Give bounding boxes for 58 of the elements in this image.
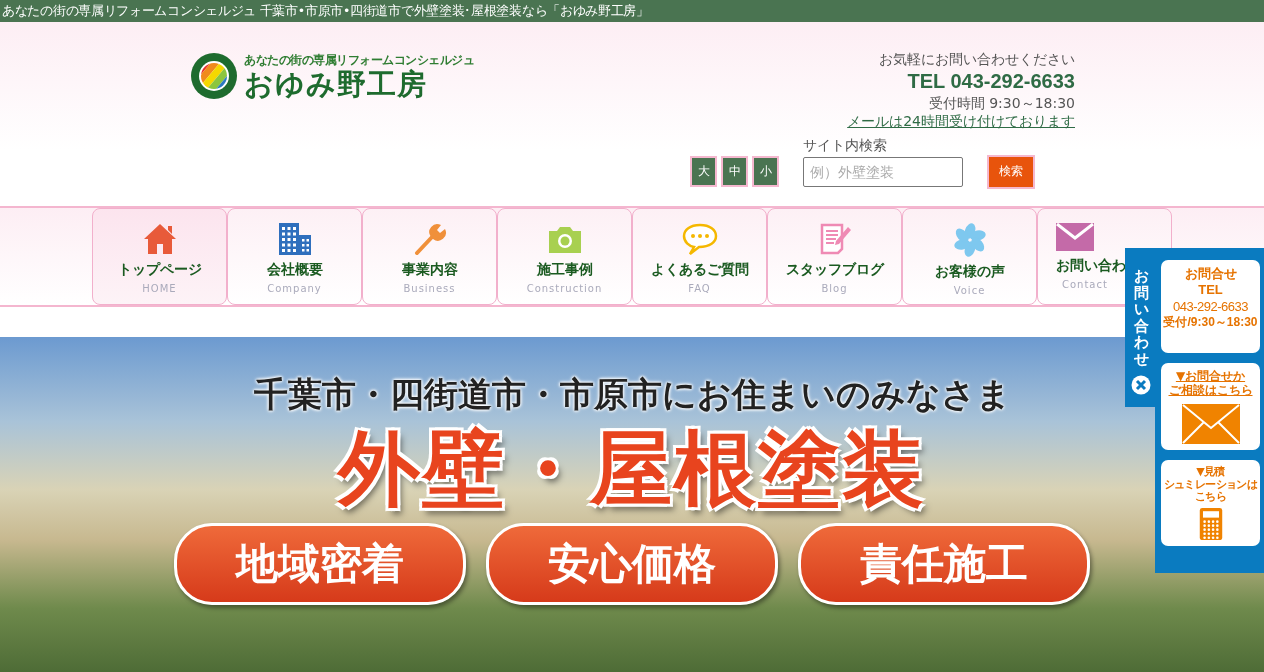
nav-label: お客様の声 [934, 263, 1005, 281]
flower-icon [952, 223, 987, 257]
font-size-button[interactable]: 小 [752, 155, 779, 187]
card-text: TEL [1198, 282, 1223, 299]
nav-label: トップページ [117, 261, 202, 279]
nav-item[interactable]: スタッフブログ Blog [767, 208, 902, 305]
envelope-icon [1181, 403, 1240, 444]
nav-item[interactable]: お客様の声 Voice [902, 208, 1037, 305]
nav-sublabel: HOME [142, 283, 177, 294]
card-text: ▼見積 [1196, 466, 1225, 479]
search-button[interactable]: 検索 [987, 154, 1035, 189]
nav-item[interactable]: 会社概要 Company [227, 208, 362, 305]
nav-label: お問い合わ [1056, 257, 1126, 275]
hero-lead-text: 千葉市・四街道市・市原市にお住まいのみなさま [253, 373, 1011, 416]
nav-label: スタッフブログ [785, 261, 884, 279]
font-size-button[interactable]: 中 [721, 155, 748, 187]
nav-label: 施工事例 [536, 261, 593, 279]
logo-name: おゆみ野工房 [244, 69, 428, 101]
nav-item[interactable]: よくあるご質問 FAQ [632, 208, 767, 305]
nav-label: 会社概要 [266, 261, 323, 279]
logo-emblem-icon [190, 52, 238, 101]
nav-item[interactable]: 施工事例 Construction [497, 208, 632, 305]
house-icon [142, 223, 177, 255]
mail-link[interactable]: メールは24時間受け付けております [847, 112, 1075, 131]
feature-badge: 地域密着 [174, 522, 466, 605]
building-icon [277, 223, 312, 255]
close-icon[interactable] [1131, 375, 1151, 395]
wrench-icon [412, 223, 447, 255]
nav-item[interactable]: トップページ HOME [92, 208, 227, 305]
card-text: 043-292-6633 [1173, 298, 1248, 315]
font-size-button[interactable]: 大 [690, 155, 717, 187]
nav-sublabel: Company [267, 283, 322, 294]
top-banner-text: あなたの街の専属リフォームコンシェルジュ 千葉市•市原市•四街道市で外壁塗装･屋根塗装なら「おゆみ野工房」 [0, 0, 1264, 22]
contact-tab-menu[interactable]: お問い合わせ [1125, 248, 1157, 407]
hero-headline: 外壁・屋根塗装 [338, 420, 926, 518]
speech-bubble-icon [681, 223, 718, 255]
nav-sublabel: FAQ [688, 283, 711, 294]
nav-sublabel: Business [403, 283, 456, 294]
nav-label: よくあるご質問 [650, 261, 749, 279]
phone-number: TEL 043-292-6633 [907, 69, 1075, 95]
search-field[interactable]: 例）外壁塗装 [803, 156, 963, 187]
card-text: シュミレーションは [1163, 478, 1258, 491]
nav-sublabel: Construction [526, 283, 603, 294]
nav-label: 事業内容 [401, 261, 458, 279]
card-text: 受付/9:30～18:30 [1163, 314, 1258, 330]
nav-sublabel: Contact [1062, 279, 1108, 290]
contact-prompt: お気軽にお問い合わせください [879, 50, 1075, 69]
logo-tagline: あなたの街の専属リフォームコンシェルジュ [244, 52, 474, 69]
nav-sublabel: Voice [953, 285, 986, 296]
search-label: サイト内検索 [803, 136, 888, 155]
nav-item[interactable]: 事業内容 Business [362, 208, 497, 305]
feature-badge: 責任施工 [798, 522, 1090, 605]
card-text: お問合せ [1184, 266, 1237, 283]
feature-badge: 安心価格 [486, 522, 778, 605]
card-text: こちら [1194, 491, 1227, 504]
envelope-icon [1056, 223, 1094, 251]
nav-sublabel: Blog [821, 283, 848, 294]
business-hours: 受付時間 9:30～18:30 [928, 94, 1075, 113]
